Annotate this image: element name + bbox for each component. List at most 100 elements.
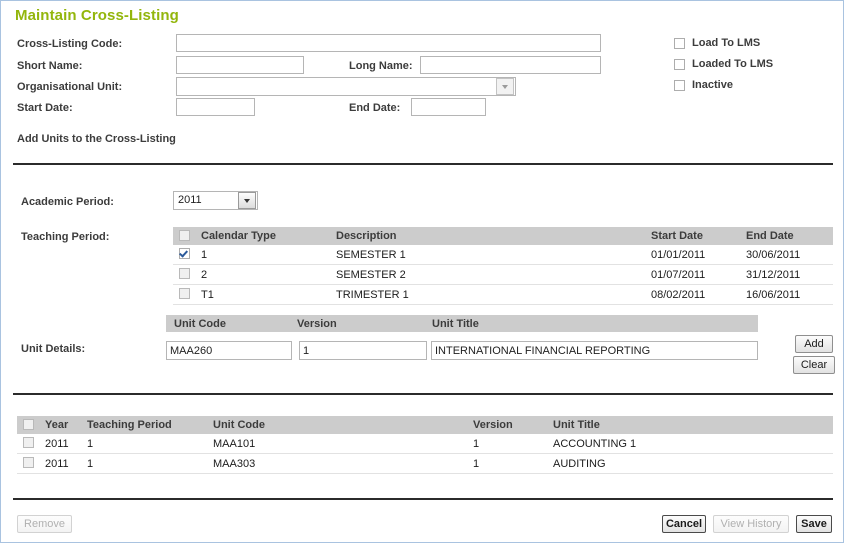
cell-unit-code: MAA303 <box>207 453 467 474</box>
loaded-to-lms-row[interactable]: Loaded To LMS <box>674 58 773 70</box>
add-button[interactable]: Add <box>795 335 833 353</box>
unit-code-input[interactable] <box>166 341 292 360</box>
cell-version: 1 <box>467 434 547 454</box>
divider-middle <box>13 393 833 395</box>
table-row[interactable]: 1 SEMESTER 1 01/01/2011 30/06/2011 <box>173 245 833 265</box>
unit-details-label: Unit Details: <box>21 343 86 355</box>
table-row[interactable]: T1 TRIMESTER 1 08/02/2011 16/06/2011 <box>173 284 833 305</box>
cell-start-date: 01/01/2011 <box>645 245 740 265</box>
start-date-input[interactable] <box>176 98 255 116</box>
save-button[interactable]: Save <box>796 515 832 533</box>
load-to-lms-checkbox[interactable] <box>674 37 685 49</box>
results-grid: Year Teaching Period Unit Code Version U… <box>17 416 833 474</box>
start-date-label: Start Date: <box>17 102 73 114</box>
row-checkbox[interactable] <box>23 457 34 468</box>
results-header-row: Year Teaching Period Unit Code Version U… <box>17 416 833 434</box>
row-checkbox[interactable] <box>179 268 190 279</box>
row-checkbox[interactable] <box>179 248 190 259</box>
cell-unit-title: ACCOUNTING 1 <box>547 434 833 454</box>
cell-calendar-type: T1 <box>195 284 330 305</box>
short-name-label: Short Name: <box>17 60 83 72</box>
inactive-row[interactable]: Inactive <box>674 79 733 91</box>
cross-listing-code-label: Cross-Listing Code: <box>17 38 123 50</box>
cell-end-date: 16/06/2011 <box>740 284 833 305</box>
maintain-cross-listing-page: Maintain Cross-Listing Cross-Listing Cod… <box>0 0 844 543</box>
chevron-down-icon[interactable] <box>496 78 514 95</box>
row-select-cell[interactable] <box>173 284 195 305</box>
table-row[interactable]: 2 SEMESTER 2 01/07/2011 31/12/2011 <box>173 264 833 285</box>
col-version: Version <box>297 317 337 330</box>
cell-description: SEMESTER 1 <box>330 245 645 265</box>
row-select-cell[interactable] <box>173 264 195 285</box>
divider-top <box>13 163 833 165</box>
academic-period-value: 2011 <box>178 194 202 206</box>
col-end-date: End Date <box>740 227 833 245</box>
cell-calendar-type: 1 <box>195 245 330 265</box>
col-calendar-type: Calendar Type <box>195 227 330 245</box>
col-unit-title: Unit Title <box>432 317 479 330</box>
cross-listing-code-input[interactable] <box>176 34 601 52</box>
teaching-period-select-all-cell[interactable] <box>173 227 195 245</box>
loaded-to-lms-label: Loaded To LMS <box>692 58 774 70</box>
teaching-period-header-row: Calendar Type Description Start Date End… <box>173 227 833 245</box>
col-unit-code: Unit Code <box>207 416 467 434</box>
teaching-period-label: Teaching Period: <box>21 231 110 243</box>
page-title: Maintain Cross-Listing <box>15 7 179 24</box>
remove-button[interactable]: Remove <box>17 515 72 533</box>
col-unit-code: Unit Code <box>174 317 226 330</box>
col-version: Version <box>467 416 547 434</box>
results-select-all-cell[interactable] <box>17 416 39 434</box>
cell-description: SEMESTER 2 <box>330 264 645 285</box>
col-year: Year <box>39 416 81 434</box>
loaded-to-lms-checkbox[interactable] <box>674 58 685 70</box>
col-start-date: Start Date <box>645 227 740 245</box>
divider-bottom <box>13 498 833 500</box>
select-all-checkbox[interactable] <box>23 418 34 430</box>
cell-unit-code: MAA101 <box>207 434 467 454</box>
short-name-input[interactable] <box>176 56 304 74</box>
load-to-lms-label: Load To LMS <box>692 37 761 49</box>
cell-start-date: 01/07/2011 <box>645 264 740 285</box>
cell-teaching-period: 1 <box>81 453 207 474</box>
row-checkbox[interactable] <box>23 437 34 448</box>
row-select-cell[interactable] <box>173 245 195 265</box>
table-row[interactable]: 2011 1 MAA303 1 AUDITING <box>17 453 833 474</box>
cell-year: 2011 <box>39 434 81 454</box>
cell-teaching-period: 1 <box>81 434 207 454</box>
col-unit-title: Unit Title <box>547 416 833 434</box>
col-teaching-period: Teaching Period <box>81 416 207 434</box>
cell-calendar-type: 2 <box>195 264 330 285</box>
load-to-lms-row[interactable]: Load To LMS <box>674 37 760 49</box>
cell-end-date: 30/06/2011 <box>740 245 833 265</box>
end-date-input[interactable] <box>411 98 486 116</box>
add-units-heading: Add Units to the Cross-Listing <box>17 133 176 145</box>
end-date-label: End Date: <box>349 102 401 114</box>
col-description: Description <box>330 227 645 245</box>
academic-period-label: Academic Period: <box>21 196 114 208</box>
inactive-checkbox[interactable] <box>674 79 685 91</box>
unit-details-column-strip: Unit Code Version Unit Title <box>166 315 758 332</box>
version-input[interactable] <box>299 341 427 360</box>
cell-end-date: 31/12/2011 <box>740 264 833 285</box>
row-checkbox[interactable] <box>179 288 190 299</box>
select-all-checkbox[interactable] <box>179 229 190 241</box>
chevron-down-icon[interactable] <box>238 192 256 209</box>
cell-version: 1 <box>467 453 547 474</box>
table-row[interactable]: 2011 1 MAA101 1 ACCOUNTING 1 <box>17 434 833 454</box>
clear-button[interactable]: Clear <box>793 356 835 374</box>
cancel-button[interactable]: Cancel <box>662 515 706 533</box>
long-name-input[interactable] <box>420 56 601 74</box>
inactive-label: Inactive <box>692 79 733 91</box>
view-history-button[interactable]: View History <box>713 515 789 533</box>
row-select-cell[interactable] <box>17 434 39 454</box>
row-select-cell[interactable] <box>17 453 39 474</box>
cell-description: TRIMESTER 1 <box>330 284 645 305</box>
cell-unit-title: AUDITING <box>547 453 833 474</box>
cell-start-date: 08/02/2011 <box>645 284 740 305</box>
long-name-label: Long Name: <box>349 60 413 72</box>
academic-period-dropdown[interactable]: 2011 <box>173 191 258 210</box>
organisational-unit-label: Organisational Unit: <box>17 81 123 93</box>
cell-year: 2011 <box>39 453 81 474</box>
organisational-unit-dropdown[interactable] <box>176 77 516 96</box>
unit-title-input[interactable] <box>431 341 758 360</box>
